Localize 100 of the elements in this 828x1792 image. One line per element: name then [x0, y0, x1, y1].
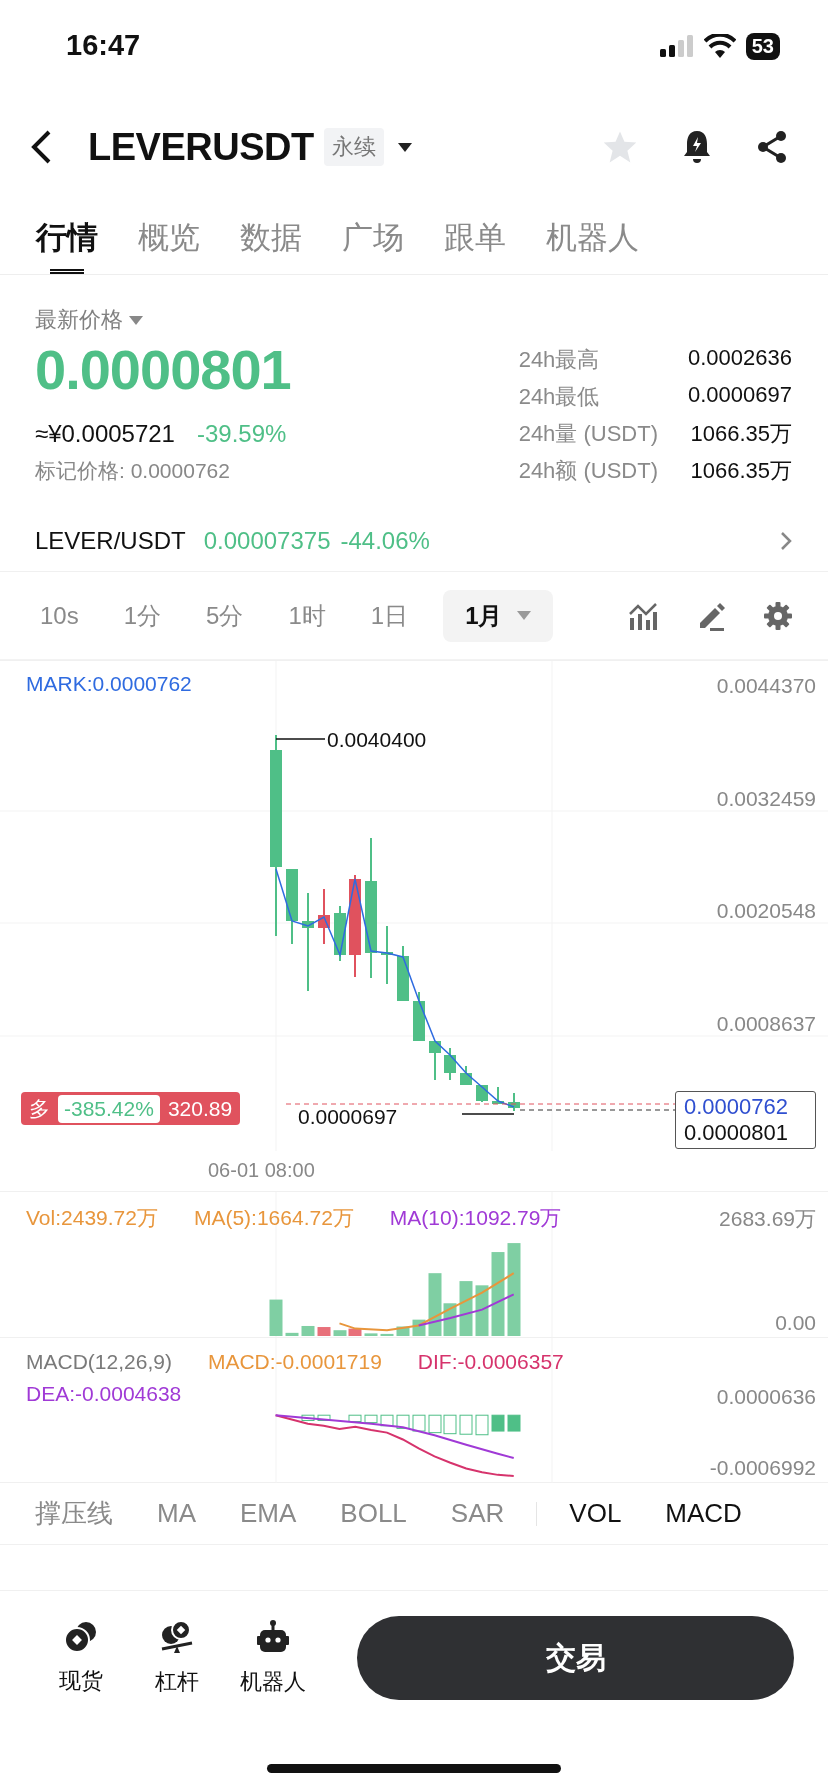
macd-histogram-bar: [491, 1414, 505, 1432]
macd-legend: MACD:-0.0001719: [207, 1350, 382, 1374]
alert-bell-icon[interactable]: [682, 129, 712, 165]
high-price-label: 0.0040400: [327, 729, 427, 750]
time-axis-label: 06-01 08:00: [208, 1159, 315, 1182]
chevron-right-icon[interactable]: [780, 530, 792, 551]
candle: [476, 1084, 488, 1103]
macd-histogram-bar: [380, 1414, 394, 1427]
macd-histogram-bar: [459, 1414, 473, 1435]
indicator-tab[interactable]: MACD: [665, 1498, 742, 1529]
macd-legend: DEA:-0.0004638: [26, 1382, 182, 1406]
volume-bar: [364, 1333, 378, 1336]
macd-legend: MACD(12,26,9): [26, 1350, 172, 1374]
volume-legend: MA(10):1092.79万: [389, 1204, 562, 1232]
section-tab[interactable]: 行情: [36, 202, 98, 274]
mark-price: 标记价格: 0.0000762: [35, 458, 231, 484]
bottom-nav-item[interactable]: 机器人: [240, 1619, 306, 1697]
spot-price: 0.00007375: [203, 526, 331, 555]
macd-histogram-bar: [412, 1414, 426, 1432]
share-icon[interactable]: [756, 130, 788, 164]
section-tab[interactable]: 概览: [138, 202, 200, 274]
interval-tab[interactable]: 1日: [360, 589, 419, 642]
indicator-tab[interactable]: SAR: [450, 1498, 505, 1529]
section-tab[interactable]: 机器人: [546, 202, 639, 274]
wifi-icon: [703, 34, 736, 58]
price-axis-label: 0.0020548: [716, 900, 816, 921]
candle: [381, 925, 393, 985]
price-axis-label: 0.0032459: [716, 787, 816, 809]
section-tab[interactable]: 跟单: [444, 202, 506, 274]
volume-bar: [285, 1332, 299, 1336]
indicator-tab[interactable]: 撑压线: [35, 1496, 113, 1531]
trade-button[interactable]: 交易: [357, 1616, 794, 1700]
caret-icon: [397, 142, 412, 152]
volume-axis-label: 2683.69万: [719, 1208, 816, 1229]
indicator-tab[interactable]: VOL: [569, 1498, 622, 1529]
macd-legend: DIF:-0.0006357: [417, 1350, 564, 1374]
stat-label: 24h最低: [518, 383, 601, 410]
price-change: -39.59%: [196, 420, 287, 448]
star-icon[interactable]: [602, 130, 638, 164]
bottom-nav-item[interactable]: 现货: [48, 1620, 114, 1696]
candle: [508, 1092, 520, 1112]
price-axis-label: 0.0044370: [716, 675, 816, 696]
leader-line: [275, 738, 326, 740]
macd-histogram-bar: [301, 1414, 315, 1421]
macd-histogram-bar: [317, 1414, 331, 1421]
volume-bar: [459, 1281, 473, 1336]
interval-tab[interactable]: 1分: [113, 589, 172, 642]
price-tag-value: 0.0000801: [684, 1120, 789, 1146]
section-tab[interactable]: 数据: [240, 202, 302, 274]
spot-pair[interactable]: LEVER/USDT: [35, 526, 186, 555]
candle: [413, 991, 425, 1042]
stat-label: 24h最高: [518, 346, 601, 373]
battery-level: 53: [745, 32, 780, 60]
position-value: 320.89: [167, 1096, 233, 1121]
stat-value: 0.0002636: [688, 345, 792, 372]
section-tab[interactable]: 广场: [342, 202, 404, 274]
macd-histogram-bar: [443, 1414, 457, 1435]
position-pnl: -385.42%: [58, 1094, 160, 1123]
interval-tab[interactable]: 10s: [30, 589, 89, 642]
volume-bar: [317, 1327, 331, 1336]
cny-price: ≈¥0.0005721: [35, 420, 175, 448]
volume-bar: [380, 1333, 394, 1336]
price-tag-value: 0.0000762: [684, 1094, 789, 1120]
back-icon[interactable]: [30, 130, 52, 164]
price-axis-label: 0.0008637: [716, 1012, 816, 1034]
macd-histogram-bar: [507, 1414, 521, 1432]
robot-icon: [255, 1619, 291, 1655]
macd-histogram-bar: [428, 1414, 442, 1434]
macd-histogram-bar: [475, 1414, 489, 1436]
indicator-tab[interactable]: BOLL: [340, 1498, 407, 1529]
coin-seesaw-icon: [159, 1619, 195, 1655]
status-time: 16:47: [66, 28, 141, 62]
volume-bar: [475, 1285, 489, 1336]
caret-icon: [516, 611, 531, 620]
interval-tab[interactable]: 1月: [443, 589, 553, 642]
macd-axis-label: -0.0006992: [709, 1457, 816, 1478]
settings-icon[interactable]: [764, 601, 792, 630]
volume-axis-label: 0.00: [775, 1312, 816, 1333]
contract-title: LEVERUSDT: [88, 125, 314, 169]
volume-bar: [269, 1299, 283, 1336]
mark-label: MARK:0.0000762: [26, 673, 192, 694]
stat-value: 1066.35万: [689, 420, 792, 447]
stat-value: 0.0000697: [688, 382, 792, 409]
bottom-nav-item[interactable]: 杠杆: [144, 1619, 210, 1697]
price-type-selector[interactable]: 最新价格: [35, 303, 291, 337]
spot-change: -44.06%: [340, 526, 430, 555]
candle: [460, 1065, 472, 1086]
signal-icon: [659, 35, 694, 57]
candle: [318, 888, 330, 945]
candle: [492, 1086, 504, 1105]
macd-axis-label: 0.0000636: [716, 1386, 816, 1407]
interval-tab[interactable]: 5分: [196, 589, 254, 642]
volume-legend: MA(5):1664.72万: [193, 1204, 354, 1232]
indicator-tab[interactable]: MA: [157, 1498, 196, 1529]
indicator-tab[interactable]: EMA: [240, 1498, 297, 1529]
interval-tab[interactable]: 1时: [278, 589, 336, 642]
position-badge[interactable]: 多 -385.42% 320.89: [21, 1092, 241, 1125]
low-price-label: 0.0000697: [298, 1106, 398, 1127]
indicator-chart-icon[interactable]: [628, 601, 658, 630]
volume-bar: [301, 1326, 315, 1336]
